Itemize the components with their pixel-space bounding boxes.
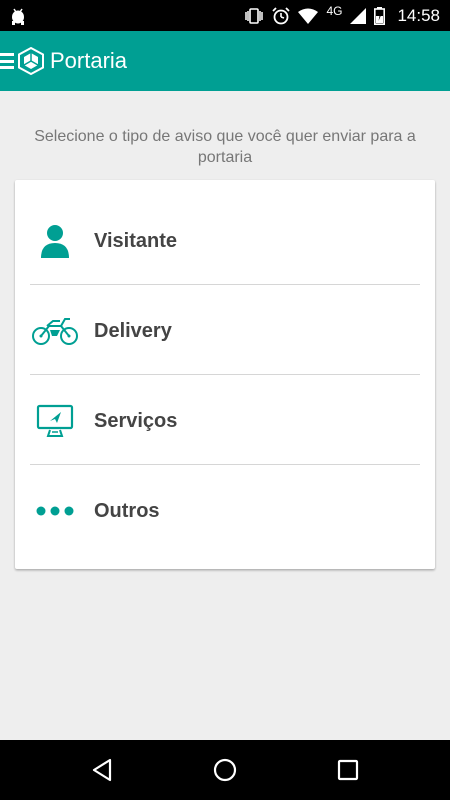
option-delivery[interactable]: Delivery bbox=[30, 286, 420, 376]
signal-icon bbox=[350, 7, 367, 24]
status-bar: 4G 14:58 bbox=[0, 0, 450, 31]
option-label: Visitante bbox=[94, 229, 177, 252]
clock: 14:58 bbox=[397, 5, 440, 25]
person-icon bbox=[30, 221, 80, 261]
home-icon[interactable] bbox=[205, 750, 245, 790]
option-servicos[interactable]: Serviços bbox=[30, 376, 420, 466]
option-label: Serviços bbox=[94, 409, 178, 432]
wifi-icon bbox=[298, 8, 319, 24]
app-title: Portaria bbox=[50, 48, 128, 73]
network-type: 4G bbox=[326, 3, 343, 18]
motorcycle-icon bbox=[30, 311, 80, 351]
alarm-icon bbox=[272, 6, 291, 25]
divider bbox=[30, 374, 420, 375]
back-icon[interactable] bbox=[82, 750, 122, 790]
recents-icon[interactable] bbox=[328, 750, 368, 790]
divider bbox=[30, 284, 420, 285]
option-label: Outros bbox=[94, 499, 160, 522]
option-label: Delivery bbox=[94, 319, 172, 342]
divider bbox=[30, 464, 420, 465]
monitor-icon bbox=[30, 401, 80, 441]
option-visitante[interactable]: Visitante bbox=[30, 196, 420, 286]
logo-icon bbox=[18, 47, 44, 75]
instruction-text: Selecione o tipo de aviso que você quer … bbox=[34, 128, 416, 166]
android-debug-icon bbox=[10, 7, 26, 25]
navigation-bar bbox=[0, 740, 450, 800]
menu-icon[interactable] bbox=[0, 53, 14, 69]
vibrate-icon bbox=[244, 7, 264, 24]
battery-icon bbox=[374, 6, 386, 25]
option-outros[interactable]: Outros bbox=[30, 466, 420, 556]
options-card: Visitante Delivery Serviços Outros bbox=[15, 180, 435, 569]
app-bar: Portaria bbox=[0, 31, 450, 91]
more-dots-icon bbox=[30, 491, 80, 531]
